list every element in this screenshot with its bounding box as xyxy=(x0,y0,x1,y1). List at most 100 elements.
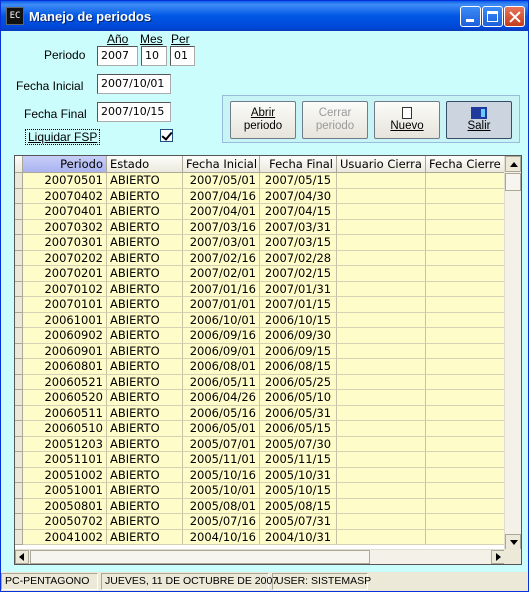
table-row[interactable]: 20051203 ABIERTO 2005/07/01 2005/07/30 xyxy=(15,436,505,452)
usuario-cierra-cell[interactable] xyxy=(337,514,426,530)
row-selector[interactable] xyxy=(15,328,23,344)
table-row[interactable]: 20070501 ABIERTO 2007/05/01 2007/05/15 xyxy=(15,173,505,189)
fecha-cierre-cell[interactable] xyxy=(426,405,505,421)
periodo-cell[interactable]: 20070501 xyxy=(23,173,107,189)
fecha-final-cell[interactable]: 2006/09/15 xyxy=(260,343,337,359)
estado-cell[interactable]: ABIERTO xyxy=(107,266,183,282)
column-header-periodo[interactable]: Periodo xyxy=(23,156,107,173)
table-row[interactable]: 20060520 ABIERTO 2006/04/26 2006/05/10 xyxy=(15,390,505,406)
usuario-cierra-cell[interactable] xyxy=(337,405,426,421)
row-selector[interactable] xyxy=(15,235,23,251)
fecha-final-cell[interactable]: 2005/07/30 xyxy=(260,436,337,452)
periodo-cell[interactable]: 20051101 xyxy=(23,452,107,468)
fecha-cierre-cell[interactable] xyxy=(426,498,505,514)
column-header-fecha-inicial[interactable]: Fecha Inicial xyxy=(183,156,260,173)
estado-cell[interactable]: ABIERTO xyxy=(107,529,183,545)
row-selector[interactable] xyxy=(15,266,23,282)
periodo-cell[interactable]: 20050801 xyxy=(23,498,107,514)
fecha-inicial-cell[interactable]: 2006/08/01 xyxy=(183,359,260,375)
fecha-cierre-cell[interactable] xyxy=(426,297,505,313)
fecha-inicial-cell[interactable]: 2007/05/01 xyxy=(183,173,260,189)
fecha-inicial-cell[interactable]: 2007/02/01 xyxy=(183,266,260,282)
table-row[interactable]: 20051101 ABIERTO 2005/11/01 2005/11/15 xyxy=(15,452,505,468)
periodo-cell[interactable]: 20070301 xyxy=(23,235,107,251)
fecha-cierre-cell[interactable] xyxy=(426,328,505,344)
estado-cell[interactable]: ABIERTO xyxy=(107,514,183,530)
usuario-cierra-cell[interactable] xyxy=(337,188,426,204)
minimize-button[interactable] xyxy=(460,6,481,27)
periodo-cell[interactable]: 20070102 xyxy=(23,281,107,297)
fecha-final-cell[interactable]: 2007/02/28 xyxy=(260,250,337,266)
estado-cell[interactable]: ABIERTO xyxy=(107,281,183,297)
scroll-down-icon[interactable] xyxy=(505,534,521,550)
fecha-inicial-cell[interactable]: 2007/02/16 xyxy=(183,250,260,266)
row-selector[interactable] xyxy=(15,297,23,313)
table-row[interactable]: 20060511 ABIERTO 2006/05/16 2006/05/31 xyxy=(15,405,505,421)
scroll-right-icon[interactable] xyxy=(491,550,505,564)
periodo-cell[interactable]: 20060901 xyxy=(23,343,107,359)
periodo-cell[interactable]: 20051203 xyxy=(23,436,107,452)
fecha-inicial-cell[interactable]: 2005/10/01 xyxy=(183,483,260,499)
usuario-cierra-cell[interactable] xyxy=(337,312,426,328)
fecha-cierre-cell[interactable] xyxy=(426,188,505,204)
estado-cell[interactable]: ABIERTO xyxy=(107,250,183,266)
close-button[interactable] xyxy=(504,6,525,27)
estado-cell[interactable]: ABIERTO xyxy=(107,219,183,235)
fecha-inicial-cell[interactable]: 2006/04/26 xyxy=(183,390,260,406)
fecha-inicial-cell[interactable]: 2007/03/16 xyxy=(183,219,260,235)
estado-cell[interactable]: ABIERTO xyxy=(107,204,183,220)
column-header-usuario-cierra[interactable]: Usuario Cierra xyxy=(337,156,426,173)
periodo-cell[interactable]: 20060511 xyxy=(23,405,107,421)
table-row[interactable]: 20070302 ABIERTO 2007/03/16 2007/03/31 xyxy=(15,219,505,235)
row-selector[interactable] xyxy=(15,529,23,545)
row-selector[interactable] xyxy=(15,467,23,483)
liquidar-fsp-checkbox[interactable] xyxy=(160,129,173,142)
mes-field[interactable]: 10 xyxy=(141,46,167,66)
fecha-cierre-cell[interactable] xyxy=(426,343,505,359)
fecha-cierre-cell[interactable] xyxy=(426,312,505,328)
fecha-cierre-cell[interactable] xyxy=(426,390,505,406)
column-header-fecha-final[interactable]: Fecha Final xyxy=(260,156,337,173)
fecha-final-cell[interactable]: 2006/05/10 xyxy=(260,390,337,406)
estado-cell[interactable]: ABIERTO xyxy=(107,188,183,204)
estado-cell[interactable]: ABIERTO xyxy=(107,467,183,483)
fecha-final-cell[interactable]: 2007/05/15 xyxy=(260,173,337,189)
estado-cell[interactable]: ABIERTO xyxy=(107,343,183,359)
fecha-inicial-cell[interactable]: 2006/09/01 xyxy=(183,343,260,359)
estado-cell[interactable]: ABIERTO xyxy=(107,374,183,390)
abrir-periodo-button[interactable]: Abrir periodo xyxy=(230,101,296,139)
table-row[interactable]: 20070201 ABIERTO 2007/02/01 2007/02/15 xyxy=(15,266,505,282)
fecha-final-cell[interactable]: 2005/08/15 xyxy=(260,498,337,514)
fecha-inicial-cell[interactable]: 2006/05/11 xyxy=(183,374,260,390)
table-row[interactable]: 20041002 ABIERTO 2004/10/16 2004/10/31 xyxy=(15,529,505,545)
fecha-cierre-cell[interactable] xyxy=(426,173,505,189)
row-selector[interactable] xyxy=(15,498,23,514)
fecha-inicial-field[interactable]: 2007/10/01 xyxy=(97,74,171,94)
usuario-cierra-cell[interactable] xyxy=(337,266,426,282)
row-selector[interactable] xyxy=(15,312,23,328)
fecha-final-cell[interactable]: 2007/04/30 xyxy=(260,188,337,204)
periodo-cell[interactable]: 20060521 xyxy=(23,374,107,390)
row-selector[interactable] xyxy=(15,374,23,390)
estado-cell[interactable]: ABIERTO xyxy=(107,173,183,189)
table-row[interactable]: 20070102 ABIERTO 2007/01/16 2007/01/31 xyxy=(15,281,505,297)
fecha-final-cell[interactable]: 2005/11/15 xyxy=(260,452,337,468)
periodo-cell[interactable]: 20070402 xyxy=(23,188,107,204)
periodo-cell[interactable]: 20060902 xyxy=(23,328,107,344)
usuario-cierra-cell[interactable] xyxy=(337,219,426,235)
fecha-cierre-cell[interactable] xyxy=(426,467,505,483)
table-row[interactable]: 20070202 ABIERTO 2007/02/16 2007/02/28 xyxy=(15,250,505,266)
salir-button[interactable]: Salir xyxy=(446,101,512,139)
usuario-cierra-cell[interactable] xyxy=(337,235,426,251)
table-row[interactable]: 20060801 ABIERTO 2006/08/01 2006/08/15 xyxy=(15,359,505,375)
maximize-button[interactable] xyxy=(482,6,503,27)
fecha-final-cell[interactable]: 2007/02/15 xyxy=(260,266,337,282)
periodo-cell[interactable]: 20041002 xyxy=(23,529,107,545)
fecha-cierre-cell[interactable] xyxy=(426,281,505,297)
fecha-inicial-cell[interactable]: 2007/04/16 xyxy=(183,188,260,204)
fecha-final-cell[interactable]: 2007/03/15 xyxy=(260,235,337,251)
table-row[interactable]: 20050702 ABIERTO 2005/07/16 2005/07/31 xyxy=(15,514,505,530)
ano-field[interactable]: 2007 xyxy=(97,46,138,66)
row-selector[interactable] xyxy=(15,359,23,375)
periodo-cell[interactable]: 20070302 xyxy=(23,219,107,235)
